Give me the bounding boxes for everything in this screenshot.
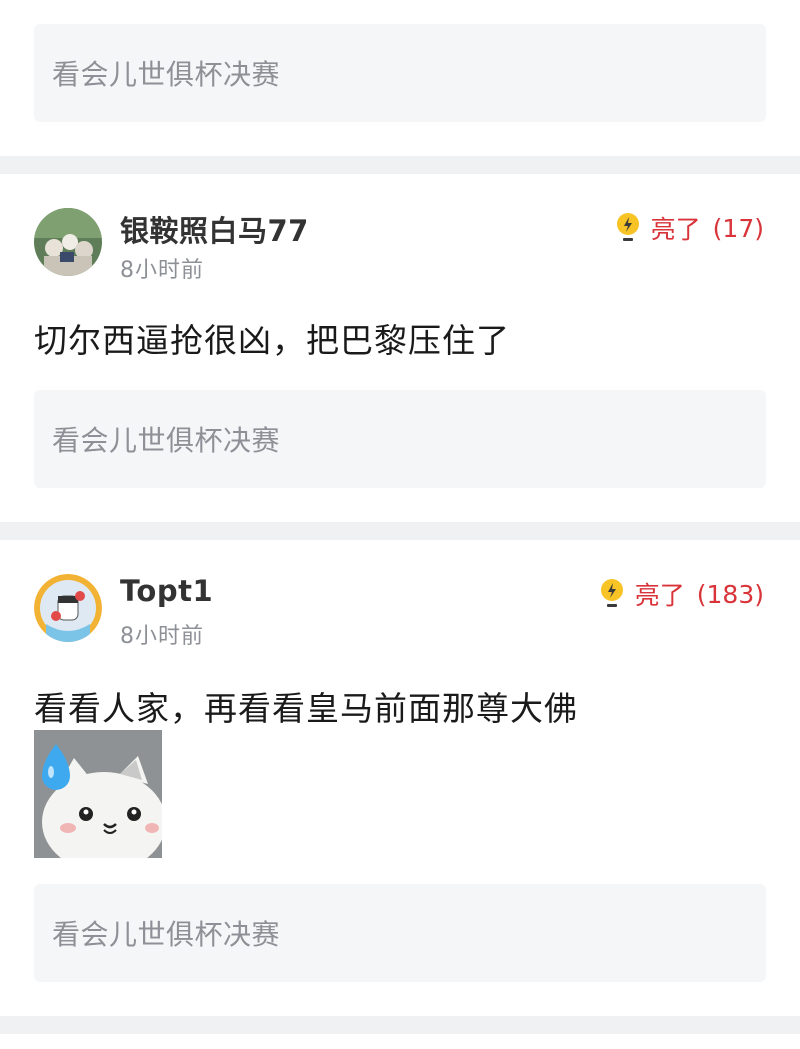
comment-feed: 看会儿世俱杯决赛 银鞍照白马77 8小时前 亮了 (17) 切尔西逼抢很凶，把巴…	[0, 0, 800, 1049]
sticker-image	[34, 730, 162, 858]
like-label: 亮了	[634, 581, 685, 610]
avatar-cartoon	[34, 574, 102, 642]
comment-text: 看看人家，再看看皇马前面那尊大佛	[34, 689, 578, 728]
section-divider	[0, 156, 800, 174]
avatar-photo	[34, 208, 102, 276]
section-divider	[0, 1016, 800, 1034]
section-divider	[0, 522, 800, 540]
quoted-post-box[interactable]: 看会儿世俱杯决赛	[34, 884, 766, 982]
avatar[interactable]	[34, 574, 102, 642]
lightbulb-icon	[600, 579, 623, 607]
quoted-post-text: 看会儿世俱杯决赛	[52, 918, 281, 951]
timestamp: 8小时前	[120, 258, 204, 283]
username[interactable]: Topt1	[120, 574, 213, 608]
like-button[interactable]: 亮了 (183)	[597, 576, 764, 612]
crying-hamster-sticker[interactable]	[34, 730, 162, 858]
lightbulb-icon	[616, 213, 639, 241]
like-label: 亮了	[650, 215, 701, 244]
avatar[interactable]	[34, 208, 102, 276]
like-button[interactable]: 亮了 (17)	[613, 210, 764, 246]
like-count: (183)	[696, 579, 764, 609]
like-count: (17)	[712, 213, 764, 243]
comment-text: 切尔西逼抢很凶，把巴黎压住了	[34, 321, 510, 360]
username[interactable]: 银鞍照白马77	[120, 208, 309, 250]
quoted-post-text: 看会儿世俱杯决赛	[52, 424, 281, 457]
quoted-post-text: 看会儿世俱杯决赛	[52, 58, 281, 91]
timestamp: 8小时前	[120, 624, 204, 649]
quoted-post-box[interactable]: 看会儿世俱杯决赛	[34, 390, 766, 488]
quoted-post-box[interactable]: 看会儿世俱杯决赛	[34, 24, 766, 122]
